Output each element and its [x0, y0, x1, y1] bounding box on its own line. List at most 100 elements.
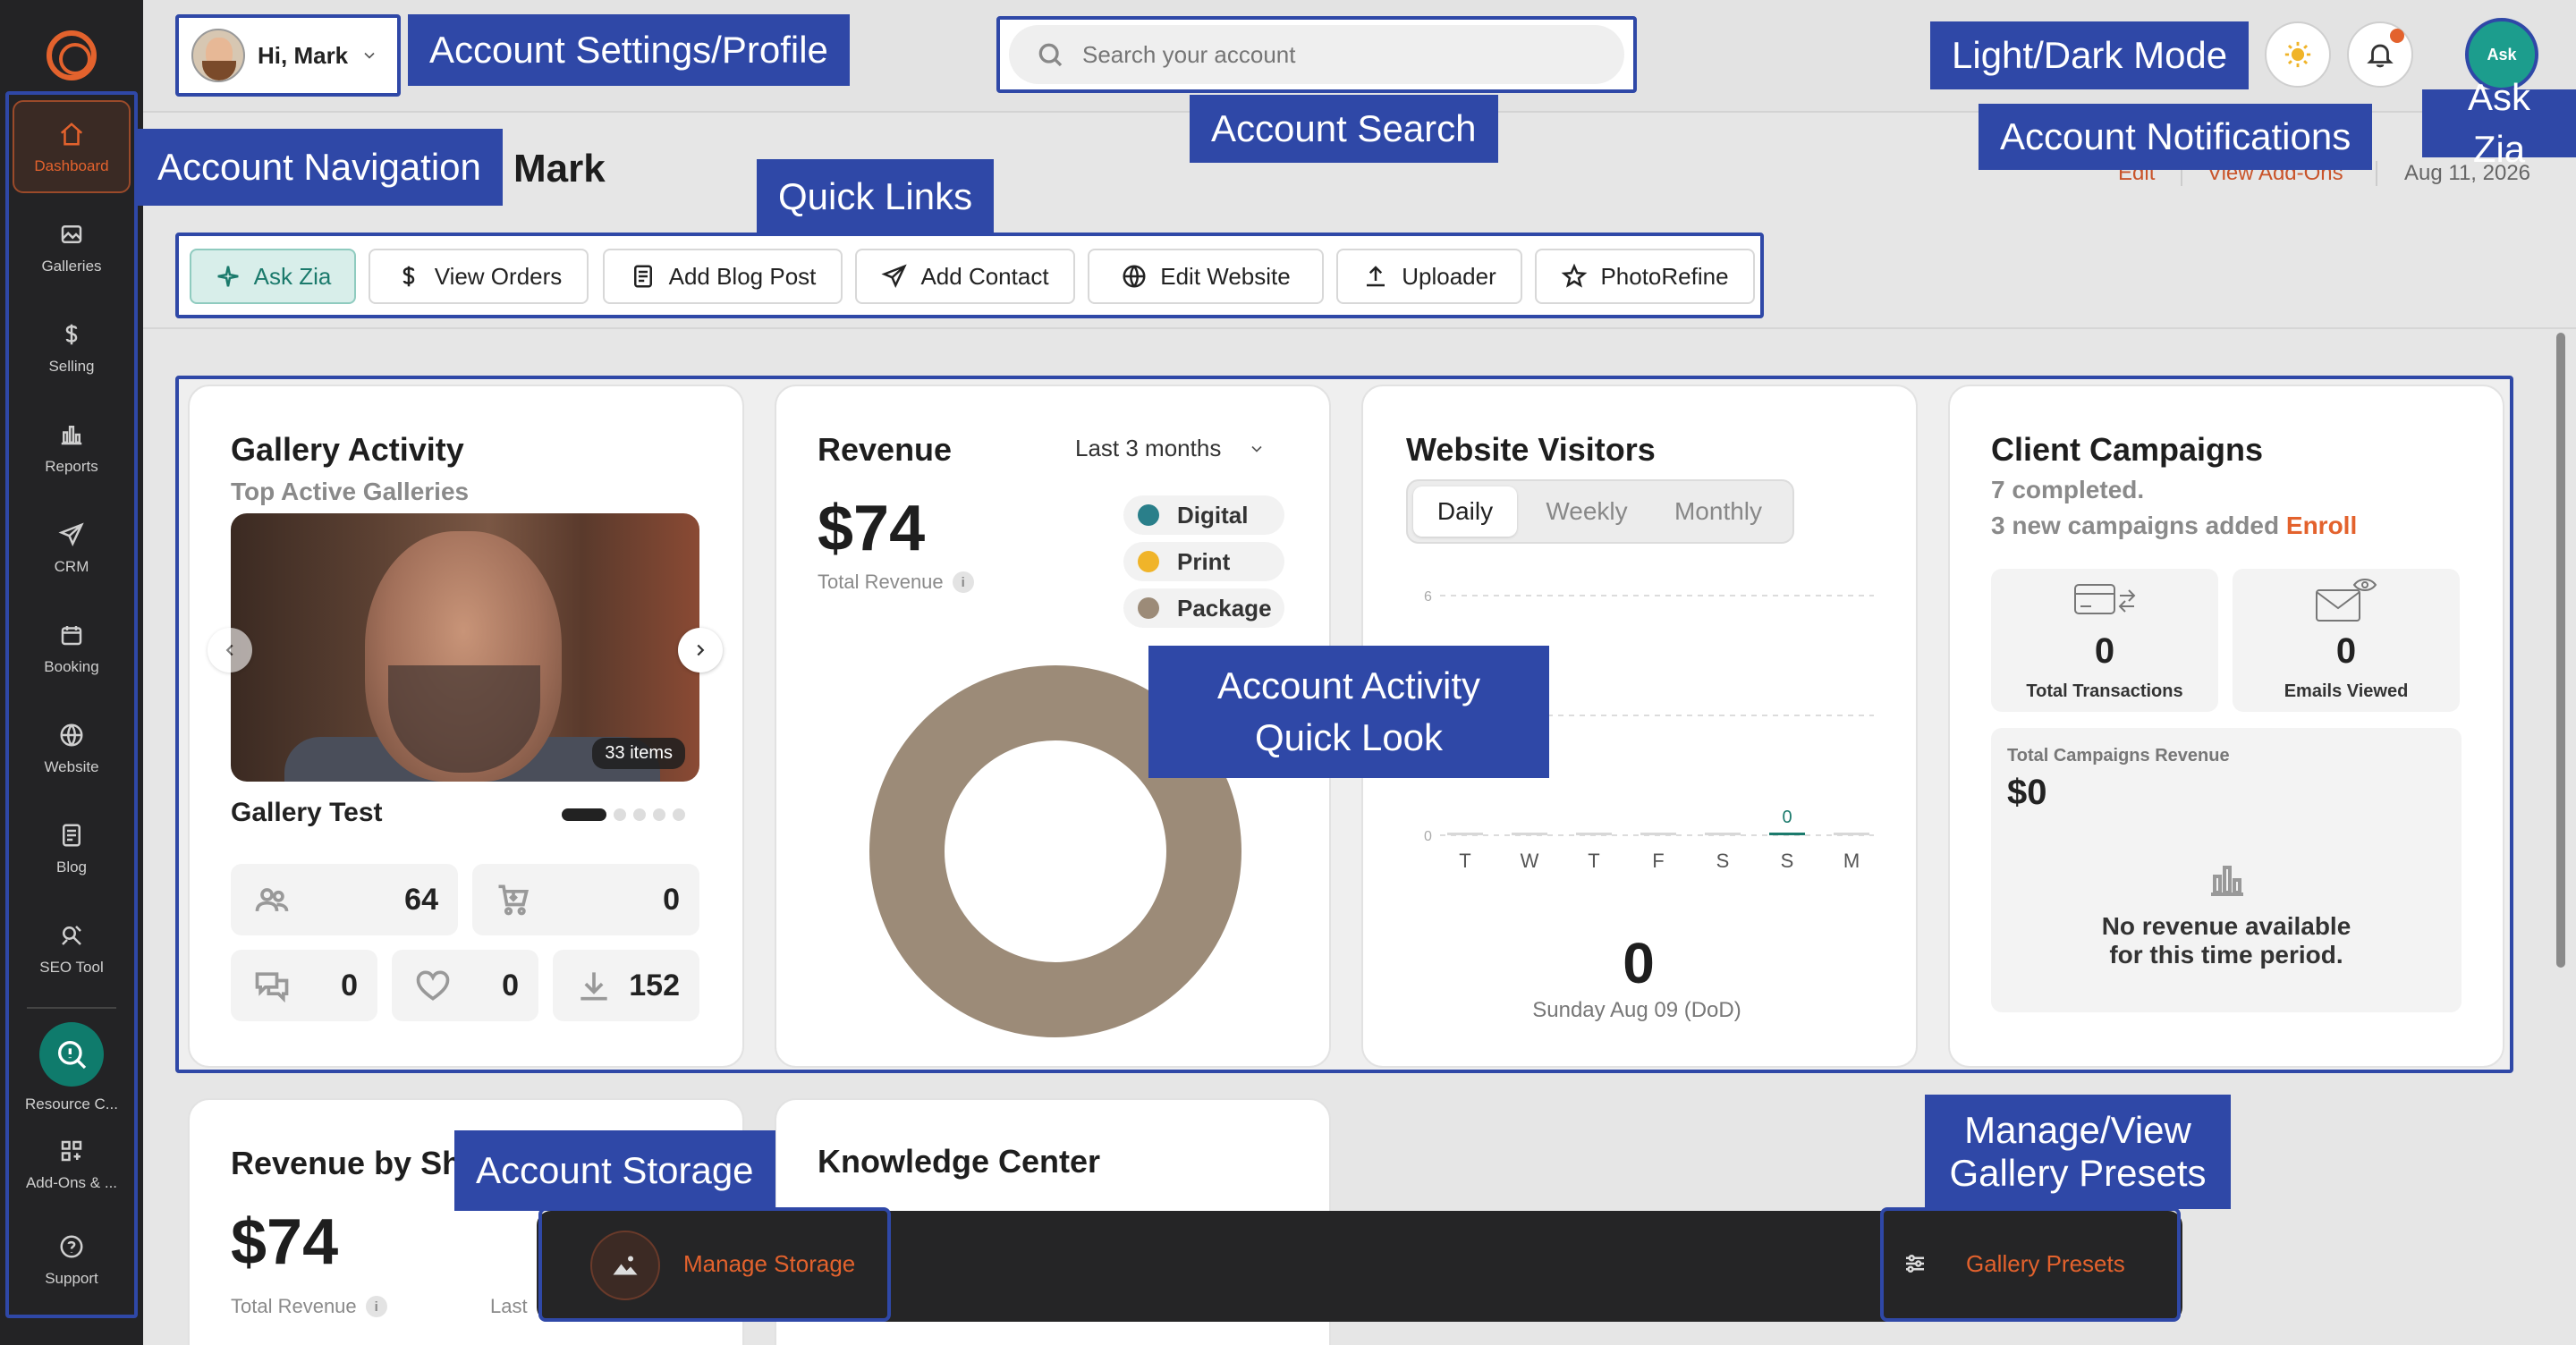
- quick-link-label: Edit Website: [1160, 262, 1291, 290]
- info-icon[interactable]: i: [952, 571, 974, 593]
- downloads-stat: 152: [553, 950, 699, 1021]
- sidebar-item-selling[interactable]: Selling: [13, 300, 131, 393]
- callout-line: Gallery Presets: [1949, 1152, 2207, 1194]
- legend-item-package: Package: [1123, 588, 1284, 628]
- quick-link-ask-zia[interactable]: Ask Zia: [190, 249, 356, 304]
- sidebar-item-label: Resource C...: [25, 1095, 118, 1112]
- legend-label: Package: [1177, 594, 1272, 622]
- gallery-presets-highlight: [1880, 1207, 2181, 1322]
- bar-4[interactable]: [1705, 833, 1741, 835]
- visitors-date: Sunday Aug 09 (DoD): [1532, 998, 1741, 1022]
- sidebar-item-label: Dashboard: [34, 157, 109, 174]
- sidebar-item-label: Booking: [44, 658, 99, 675]
- info-icon[interactable]: i: [365, 1296, 387, 1317]
- callout-gallery-presets: Manage/View Gallery Presets: [1925, 1095, 2231, 1209]
- shop-period-label: Last: [490, 1295, 528, 1317]
- carousel-prev-button[interactable]: [208, 628, 252, 672]
- campaigns-new-line: 3 new campaigns added Enroll: [1991, 512, 2357, 540]
- account-profile-button[interactable]: Hi, Mark: [175, 14, 401, 97]
- globe-icon: [1123, 265, 1146, 288]
- bar-5[interactable]: [1769, 833, 1805, 835]
- seo-icon: [55, 919, 88, 952]
- carousel-dot[interactable]: [562, 808, 606, 821]
- tab-monthly[interactable]: Monthly: [1651, 486, 1785, 537]
- legend-item-print: Print: [1123, 542, 1284, 581]
- sidebar-item-resource-center[interactable]: Resource C...: [13, 1014, 131, 1121]
- sidebar-item-booking[interactable]: Booking: [13, 601, 131, 694]
- section-divider: [143, 327, 2576, 329]
- sidebar-item-galleries[interactable]: Galleries: [13, 200, 131, 293]
- sidebar: Dashboard Galleries Selling Reports CRM …: [0, 0, 143, 1345]
- quick-link-add-blog-post[interactable]: Add Blog Post: [603, 249, 843, 304]
- sidebar-item-support[interactable]: Support: [13, 1213, 131, 1306]
- carousel-next-button[interactable]: [678, 628, 723, 672]
- carousel-dot[interactable]: [633, 808, 646, 821]
- card-title: Knowledge Center: [818, 1143, 1101, 1180]
- y-tick-label: 0: [1424, 829, 1432, 844]
- x-tick-label: T: [1588, 850, 1599, 872]
- card-title: Revenue by Sh: [231, 1145, 462, 1181]
- revenue-total: $74: [818, 493, 926, 564]
- gallery-cover-image[interactable]: 33 items: [231, 513, 699, 782]
- bar-2[interactable]: [1576, 833, 1612, 835]
- carousel-dot[interactable]: [673, 808, 685, 821]
- sidebar-item-website[interactable]: Website: [13, 701, 131, 794]
- gallery-name[interactable]: Gallery Test: [231, 798, 383, 828]
- brand-logo[interactable]: [47, 30, 97, 80]
- upload-icon: [1367, 266, 1385, 287]
- period-dropdown[interactable]: Last 3 months: [1075, 435, 1266, 462]
- dollar-icon: [402, 266, 414, 287]
- search-input[interactable]: [1082, 40, 1583, 69]
- orders-count: 0: [663, 882, 680, 917]
- quick-link-photorefine[interactable]: PhotoRefine: [1535, 249, 1755, 304]
- tab-daily[interactable]: Daily: [1413, 486, 1517, 537]
- search-field[interactable]: [1009, 25, 1624, 84]
- gallery-icon: [55, 218, 88, 250]
- tab-weekly[interactable]: Weekly: [1528, 486, 1646, 537]
- callout-line: Quick Look: [1254, 716, 1444, 758]
- sidebar-item-blog[interactable]: Blog: [13, 801, 131, 894]
- chevron-right-icon: [697, 644, 705, 656]
- sidebar-item-dashboard[interactable]: Dashboard: [13, 100, 131, 193]
- quick-link-view-orders[interactable]: View Orders: [369, 249, 589, 304]
- callout-light-dark-mode: Light/Dark Mode: [1930, 21, 2250, 89]
- quick-link-add-contact[interactable]: Add Contact: [855, 249, 1075, 304]
- scrollbar-thumb[interactable]: [2556, 333, 2565, 968]
- sidebar-item-reports[interactable]: Reports: [13, 401, 131, 494]
- ask-zia-icon: Ask: [2487, 45, 2517, 63]
- x-tick-label: S: [1781, 850, 1794, 872]
- bar-6[interactable]: [1834, 833, 1869, 835]
- sidebar-item-crm[interactable]: CRM: [13, 501, 131, 594]
- sidebar-item-seo-tool[interactable]: SEO Tool: [13, 901, 131, 994]
- chevron-down-icon: [364, 52, 375, 59]
- notifications-button[interactable]: [2347, 21, 2413, 88]
- x-tick-label: F: [1652, 850, 1664, 872]
- visitors-range-toggle: Daily Weekly Monthly: [1406, 479, 1794, 544]
- shop-revenue-total: $74: [231, 1206, 339, 1278]
- campaigns-revenue-label: Total Campaigns Revenue: [2007, 746, 2230, 766]
- legend-label: Print: [1177, 547, 1231, 575]
- carousel-dot[interactable]: [653, 808, 665, 821]
- visitors-stat: 64: [231, 864, 458, 935]
- message-line: for this time period.: [2109, 941, 2343, 969]
- quick-link-edit-website[interactable]: Edit Website: [1088, 249, 1324, 304]
- quick-link-uploader[interactable]: Uploader: [1336, 249, 1522, 304]
- bell-icon: [2367, 44, 2394, 68]
- light-dark-toggle[interactable]: [2265, 21, 2331, 88]
- bar-0[interactable]: [1447, 833, 1483, 835]
- revenue-total-label: Total Revenue i: [818, 571, 974, 594]
- sidebar-item-label: SEO Tool: [39, 959, 104, 976]
- comments-count: 0: [341, 968, 358, 1002]
- callout-account-settings: Account Settings/Profile: [408, 14, 850, 86]
- items-count-badge: 33 items: [592, 738, 685, 769]
- bar-1[interactable]: [1512, 833, 1547, 835]
- document-icon: [633, 265, 652, 288]
- orders-stat: 0: [472, 864, 699, 935]
- resource-search-icon: [39, 1022, 104, 1087]
- carousel-dot[interactable]: [614, 808, 626, 821]
- enroll-link[interactable]: Enroll: [2286, 512, 2357, 539]
- dollar-icon: [55, 318, 88, 351]
- bar-3[interactable]: [1640, 833, 1676, 835]
- sidebar-item-addons[interactable]: Add-Ons & ...: [13, 1123, 131, 1204]
- sun-icon: [2284, 41, 2311, 68]
